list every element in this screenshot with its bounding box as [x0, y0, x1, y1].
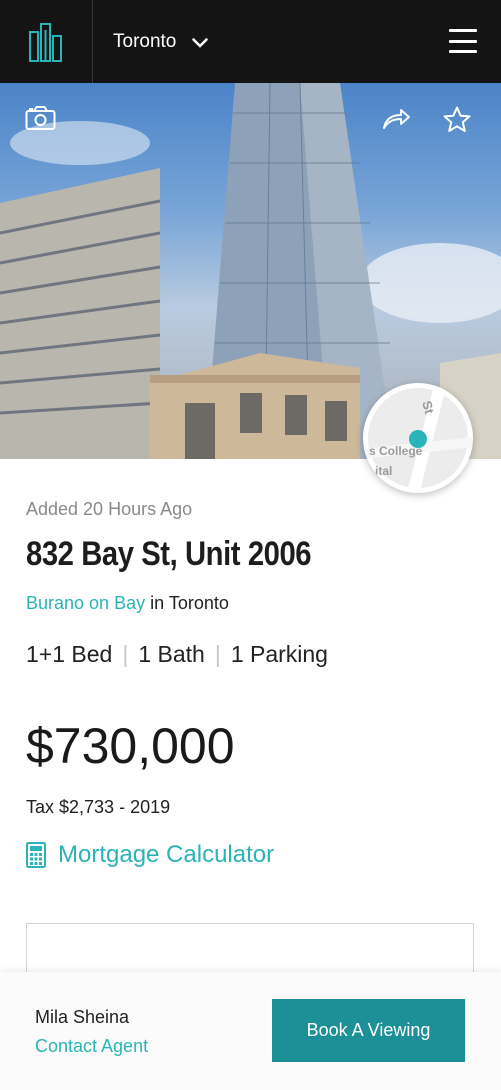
map-label-college: s College — [369, 444, 423, 458]
listing-city: Toronto — [168, 593, 229, 613]
agent-name: Mila Sheina — [35, 1007, 130, 1027]
in-word: in — [150, 593, 165, 613]
parking-count: 1 Parking — [230, 641, 328, 667]
building-link[interactable]: Burano on Bay — [26, 593, 145, 613]
city-selector-label: Toronto — [113, 30, 177, 52]
buildings-logo-icon — [29, 22, 62, 62]
share-icon[interactable] — [382, 108, 411, 130]
city-selector[interactable]: Toronto — [113, 30, 209, 53]
added-time: Added 20 Hours Ago — [26, 499, 193, 519]
chevron-down-icon — [192, 37, 209, 48]
mortgage-calculator-label: Mortgage Calculator — [58, 841, 275, 868]
book-viewing-button[interactable]: Book A Viewing — [272, 999, 465, 1062]
beds-count: 1+1 Bed — [26, 641, 113, 667]
spec-divider: | — [122, 641, 129, 667]
spec-divider: | — [214, 641, 221, 667]
listing-price: $730,000 — [26, 718, 235, 774]
listing-address: 832 Bay St, Unit 2006 — [26, 535, 312, 573]
listing-specs: 1+1 Bed | 1 Bath | 1 Parking — [26, 641, 328, 668]
building-line: Burano on Bay in Toronto — [26, 593, 229, 614]
mortgage-calculator-link[interactable]: Mortgage Calculator — [26, 841, 274, 869]
hamburger-menu-icon[interactable] — [449, 29, 477, 53]
tax-info: Tax $2,733 - 2019 — [26, 797, 171, 817]
map-preview-image: St s College ital — [363, 383, 473, 493]
map-thumbnail[interactable]: St s College ital — [363, 383, 473, 493]
star-icon[interactable] — [443, 106, 471, 133]
top-header: Toronto — [0, 0, 501, 83]
logo[interactable] — [0, 0, 93, 83]
calculator-icon — [26, 842, 46, 868]
baths-count: 1 Bath — [138, 641, 205, 667]
map-label-hospital: ital — [375, 464, 392, 478]
contact-agent-link[interactable]: Contact Agent — [35, 1036, 148, 1057]
bottom-action-bar: Mila Sheina Contact Agent Book A Viewing — [0, 972, 501, 1090]
camera-icon[interactable] — [25, 105, 56, 131]
